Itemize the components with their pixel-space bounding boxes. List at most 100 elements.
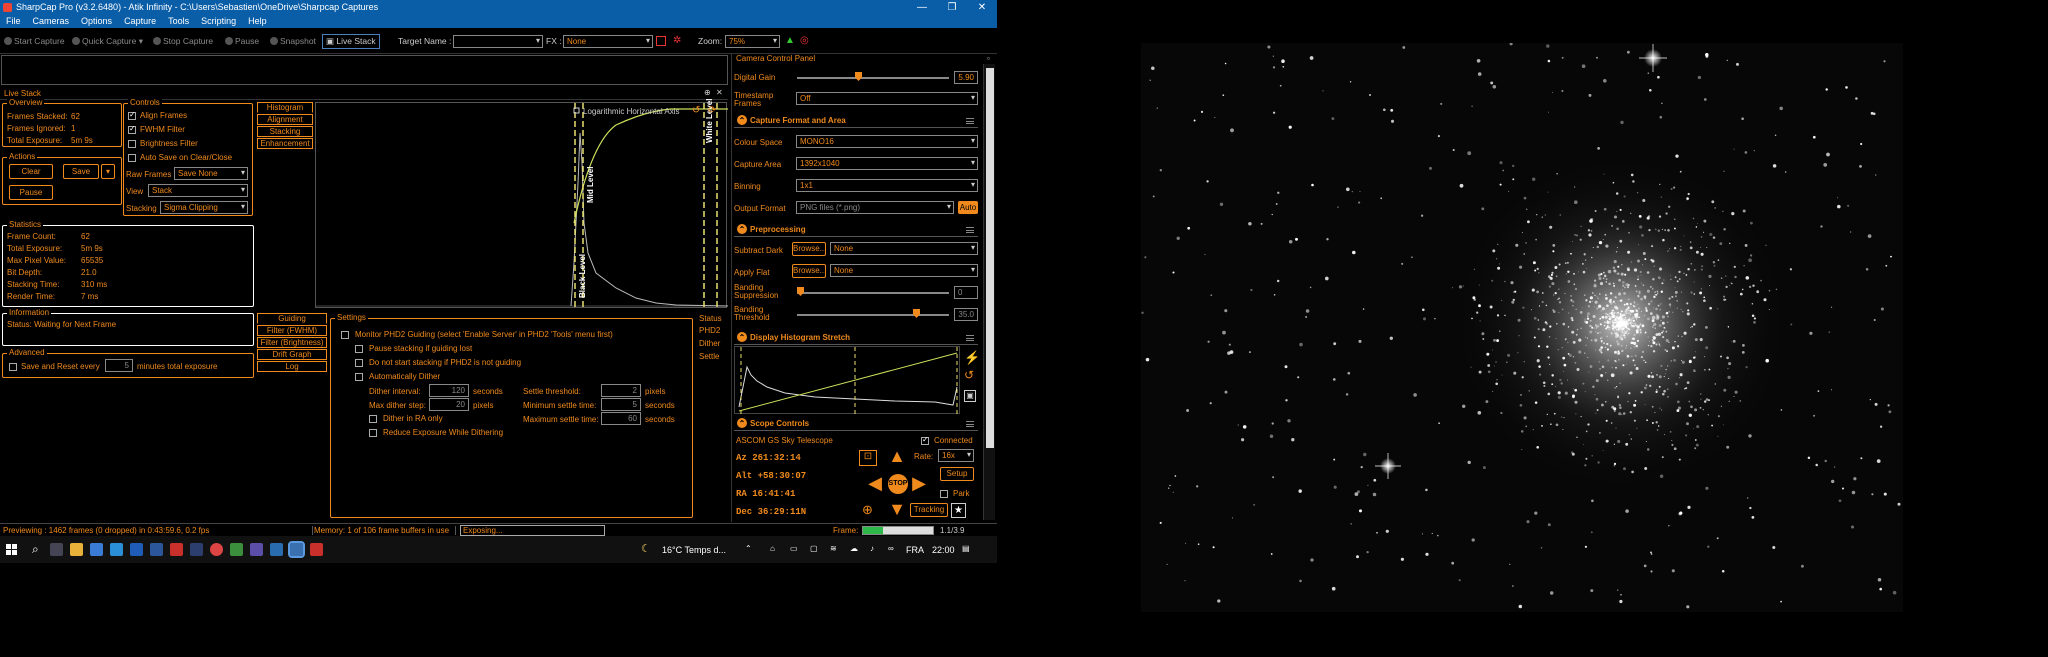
tab-guiding[interactable]: Guiding bbox=[257, 313, 327, 324]
reticle-icon[interactable]: ◎ bbox=[800, 35, 809, 46]
park-checkbox[interactable] bbox=[940, 490, 948, 498]
sharpcap-taskbar-icon[interactable] bbox=[288, 541, 305, 558]
start-capture-button[interactable]: Start Capture bbox=[4, 36, 65, 46]
dither-ra-checkbox[interactable] bbox=[369, 415, 377, 423]
maximize-button[interactable]: ❐ bbox=[937, 0, 967, 15]
app-icon[interactable] bbox=[230, 543, 243, 556]
chrome-icon[interactable] bbox=[210, 543, 223, 556]
binning-select[interactable]: 1x1 bbox=[796, 179, 978, 192]
app-icon[interactable] bbox=[90, 543, 103, 556]
pause-stacking-checkbox[interactable] bbox=[355, 345, 363, 353]
explorer-icon[interactable] bbox=[70, 543, 83, 556]
display-histogram[interactable] bbox=[734, 346, 960, 415]
dark-select[interactable]: None bbox=[830, 242, 978, 255]
stop-scope-button[interactable]: STOP bbox=[888, 474, 908, 494]
min-settle-input[interactable]: 5 bbox=[601, 398, 641, 411]
menu-scripting[interactable]: Scripting bbox=[195, 15, 242, 27]
digital-gain-input[interactable]: 5.90 bbox=[954, 71, 978, 84]
histogram-icon[interactable]: ▲ bbox=[785, 35, 795, 46]
minimize-button[interactable]: — bbox=[907, 0, 937, 15]
panel-pin-icon[interactable]: ▫ bbox=[987, 54, 990, 63]
capture-area-select[interactable]: 1392x1040 bbox=[796, 157, 978, 170]
raw-frames-select[interactable]: Save None bbox=[174, 167, 248, 180]
align-frames-checkbox[interactable] bbox=[128, 110, 136, 120]
cloud-icon[interactable]: ☁ bbox=[850, 544, 858, 553]
network-icon[interactable]: ⌂ bbox=[770, 544, 775, 553]
reduce-exposure-checkbox[interactable] bbox=[369, 429, 377, 437]
drag-grip-icon[interactable] bbox=[966, 335, 974, 341]
pause-stack-button[interactable]: Pause bbox=[9, 185, 53, 200]
app-icon[interactable] bbox=[110, 543, 123, 556]
notifications-icon[interactable]: ▤ bbox=[962, 544, 970, 553]
arrow-right-icon[interactable]: ▶ bbox=[910, 474, 928, 492]
flat-select[interactable]: None bbox=[830, 264, 978, 277]
drag-grip-icon[interactable] bbox=[966, 421, 974, 427]
menu-file[interactable]: File bbox=[0, 15, 27, 27]
star-icon[interactable]: ★ bbox=[951, 503, 966, 518]
auto-stretch-icon[interactable]: ⚡ bbox=[964, 350, 980, 366]
crosshair-icon[interactable] bbox=[656, 36, 666, 46]
histogram-panel[interactable]: Logarithmic Horizontal Axis Mid Level Wh… bbox=[315, 99, 729, 309]
menu-capture[interactable]: Capture bbox=[118, 15, 162, 27]
task-view-icon[interactable] bbox=[50, 543, 63, 556]
quick-capture-button[interactable]: Quick Capture ▾ bbox=[72, 36, 143, 47]
histogram-stretch-header[interactable]: Display Histogram Stretch bbox=[734, 332, 978, 345]
rate-select[interactable]: 16x bbox=[938, 449, 974, 462]
tab-enhancement[interactable]: Enhancement bbox=[257, 138, 313, 149]
tab-histogram[interactable]: Histogram bbox=[257, 102, 313, 113]
slew-target-icon[interactable]: ⊡ bbox=[859, 450, 877, 466]
save-reset-checkbox[interactable] bbox=[9, 363, 17, 371]
tab-filter-brightness[interactable]: Filter (Brightness) bbox=[257, 337, 327, 348]
pause-button[interactable]: Pause bbox=[225, 36, 259, 46]
target-icon[interactable]: ✲ bbox=[673, 35, 681, 46]
auto-save-checkbox[interactable] bbox=[128, 154, 136, 162]
drag-grip-icon[interactable] bbox=[966, 118, 974, 124]
tab-alignment[interactable]: Alignment bbox=[257, 114, 313, 125]
panel-scrollbar[interactable] bbox=[983, 64, 995, 520]
search-icon[interactable]: ⌕ bbox=[32, 542, 39, 557]
clock[interactable]: 22:00 bbox=[932, 545, 955, 555]
save-stretch-icon[interactable]: ▣ bbox=[964, 390, 976, 402]
reset-stretch-icon[interactable]: ↺ bbox=[964, 368, 974, 382]
monitor-phd2-checkbox[interactable] bbox=[341, 331, 349, 339]
word-icon[interactable] bbox=[150, 543, 163, 556]
fwhm-filter-checkbox[interactable] bbox=[128, 124, 136, 134]
tracking-button[interactable]: Tracking bbox=[910, 503, 948, 517]
arrow-up-icon[interactable]: ▲ bbox=[888, 447, 906, 465]
digital-gain-slider[interactable] bbox=[797, 77, 949, 79]
link-icon[interactable]: ∞ bbox=[888, 544, 894, 553]
connected-checkbox[interactable] bbox=[921, 435, 929, 445]
save-button[interactable]: Save bbox=[63, 164, 99, 179]
arrow-left-icon[interactable]: ◀ bbox=[866, 474, 884, 492]
max-dither-input[interactable]: 20 bbox=[429, 398, 469, 411]
banding-threshold-slider[interactable] bbox=[797, 314, 949, 316]
output-format-select[interactable]: PNG files (*.png) bbox=[796, 201, 954, 214]
app-icon[interactable] bbox=[270, 543, 283, 556]
menu-tools[interactable]: Tools bbox=[162, 15, 195, 27]
browse-dark-button[interactable]: Browse... bbox=[792, 242, 826, 256]
menu-options[interactable]: Options bbox=[75, 15, 118, 27]
banding-suppression-input[interactable]: 0 bbox=[954, 286, 978, 299]
refresh-histogram-icon[interactable]: ⟳ bbox=[708, 105, 716, 116]
colour-space-select[interactable]: MONO16 bbox=[796, 135, 978, 148]
browse-flat-button[interactable]: Browse... bbox=[792, 264, 826, 278]
auto-format-button[interactable]: Auto bbox=[958, 201, 978, 214]
stop-capture-button[interactable]: Stop Capture bbox=[153, 36, 213, 46]
display-icon[interactable]: ▢ bbox=[810, 544, 818, 553]
snapshot-button[interactable]: Snapshot bbox=[270, 36, 316, 46]
notes-area[interactable] bbox=[1, 55, 728, 85]
close-live-stack-icon[interactable]: ✕ bbox=[716, 88, 723, 97]
settle-threshold-input[interactable]: 2 bbox=[601, 384, 641, 397]
scope-controls-header[interactable]: Scope Controls bbox=[734, 418, 978, 431]
target-name-input[interactable] bbox=[453, 35, 543, 48]
tray-chevron-icon[interactable]: ⌃ bbox=[745, 544, 752, 553]
menu-help[interactable]: Help bbox=[242, 15, 273, 27]
scrollbar-thumb[interactable] bbox=[986, 68, 994, 448]
app-icon[interactable] bbox=[170, 543, 183, 556]
banding-suppression-slider[interactable] bbox=[797, 292, 949, 294]
clear-button[interactable]: Clear bbox=[9, 164, 53, 179]
banding-threshold-input[interactable]: 35.0 bbox=[954, 308, 978, 321]
dither-interval-input[interactable]: 120 bbox=[429, 384, 469, 397]
save-options-button[interactable]: ▾ bbox=[101, 164, 115, 179]
view-select[interactable]: Stack bbox=[148, 184, 248, 197]
